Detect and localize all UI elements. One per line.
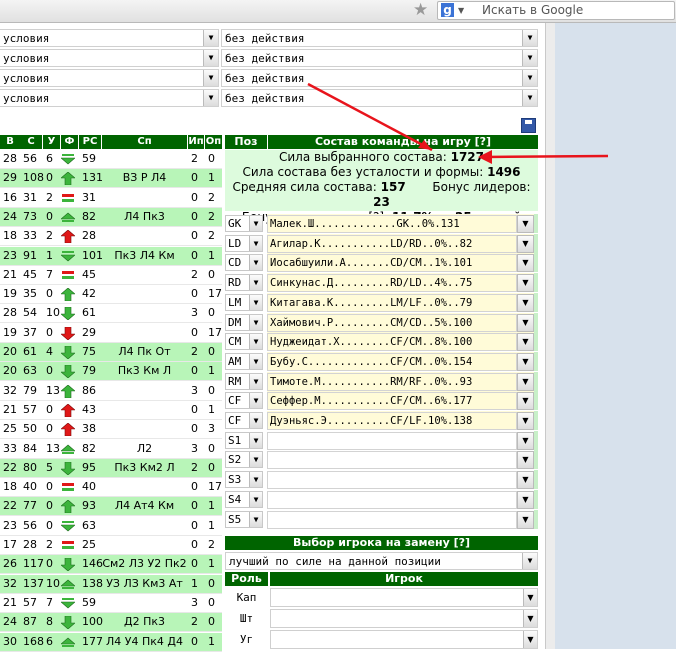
annotation-arrows bbox=[307, 82, 609, 164]
annotation-arrow-line-2 bbox=[483, 154, 609, 159]
annotation-arrowhead-2 bbox=[478, 150, 492, 164]
annotation-arrow-line-1 bbox=[307, 82, 433, 152]
